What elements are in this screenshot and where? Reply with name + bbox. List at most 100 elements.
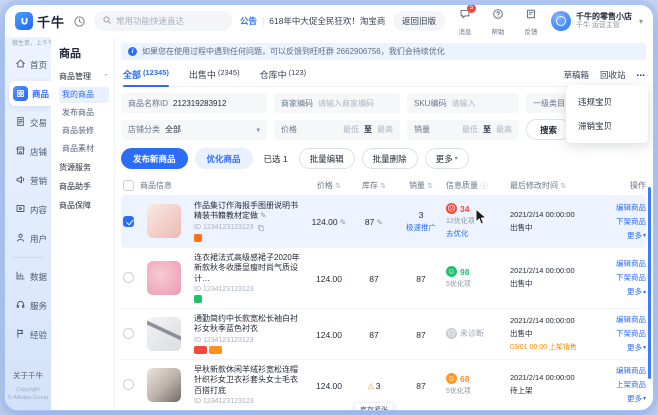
tab-all[interactable]: 全部(12345) xyxy=(121,68,171,86)
subnav-item-goods-guarantee[interactable]: 商品保障 xyxy=(59,198,109,214)
sidebar-item-marketing[interactable]: 营销 xyxy=(9,168,51,193)
header-price[interactable]: 价格 ⇅ xyxy=(306,180,352,191)
delist-goods-link[interactable]: 下架商品 xyxy=(616,272,646,283)
sidebar-item-content[interactable]: 内容 xyxy=(9,197,51,222)
edit-goods-link[interactable]: 编辑商品 xyxy=(616,258,646,269)
tab-in-warehouse[interactable]: 仓库中(123) xyxy=(258,68,309,86)
flag-icon xyxy=(15,328,26,341)
row-more-link[interactable]: 更多▾ xyxy=(627,393,646,404)
trade-doc-icon xyxy=(15,116,26,129)
edit-goods-link[interactable]: 编辑商品 xyxy=(616,314,646,325)
subnav-item-publish-goods[interactable]: 发布商品 xyxy=(59,105,109,121)
sort-icon: ⇅ xyxy=(560,183,566,190)
subnav-item-my-goods[interactable]: 我的商品 xyxy=(59,87,109,103)
subnav-item-goods-assistant[interactable]: 商品助手 xyxy=(59,179,109,195)
feedback-doc-icon xyxy=(525,7,537,25)
list-goods-link[interactable]: 上架商品 xyxy=(616,379,646,390)
sidebar-item-users[interactable]: 用户 xyxy=(9,226,51,251)
filter-goods-name-id[interactable]: 商品名称ID 212319283912 xyxy=(121,93,267,113)
sidebar-item-service[interactable]: 服务 xyxy=(9,293,51,318)
product-image[interactable] xyxy=(147,204,181,238)
header-sales[interactable]: 销量 ⇅ xyxy=(396,180,446,191)
vertical-scrollbar[interactable] xyxy=(648,187,651,379)
sidebar-item-trade[interactable]: 交易 xyxy=(9,110,51,135)
filter-merchant-code[interactable]: 商家编码 请输入商家编码 xyxy=(274,93,400,113)
product-title[interactable]: 作品集订作海报手图册说明书精装书籍教材定做✎ xyxy=(194,201,300,222)
row-checkbox[interactable] xyxy=(123,216,134,227)
recycle-bin-link[interactable]: 回收站 xyxy=(600,69,626,81)
menu-item-violation-goods[interactable]: 违规宝贝 xyxy=(566,90,648,114)
tab-on-sale[interactable]: 出售中(2345) xyxy=(187,68,242,86)
filter-shop-category-select[interactable]: 店铺分类 全部 ▾ xyxy=(121,120,267,140)
announcement[interactable]: 公告 | 618年中大促全民狂欢！淘宝商家报名开始！ xyxy=(240,15,385,27)
row-checkbox[interactable] xyxy=(123,272,134,283)
announcement-label: 公告 xyxy=(240,15,257,27)
chevron-down-icon: ▾ xyxy=(643,395,646,402)
subnav-item-supply-service[interactable]: 货源服务 xyxy=(59,160,109,176)
more-actions-button[interactable]: 更多 ▾ xyxy=(425,148,469,169)
optimize-goods-button[interactable]: 优化商品 xyxy=(195,148,253,169)
history-clock-icon[interactable] xyxy=(73,15,86,28)
header-modified[interactable]: 最后修改时间 ⇅ xyxy=(510,180,598,191)
goods-subnav: 商品 商品管理 ⌃ 我的商品 发布商品 商品装修 商品素材 货源服务 商品助手 … xyxy=(51,37,115,410)
bulk-toolbar: 发布新商品 优化商品 已选 1 批量编辑 批量删除 更多 ▾ xyxy=(121,148,646,169)
batch-delete-button[interactable]: 批量删除 xyxy=(362,148,418,169)
sidebar-item-shop[interactable]: 店铺 xyxy=(9,139,51,164)
search-input[interactable] xyxy=(116,16,224,26)
copyright: Copyright © Alibaba Group xyxy=(5,386,51,403)
draftbox-link[interactable]: 草稿箱 xyxy=(563,69,589,81)
batch-edit-button[interactable]: 批量编辑 xyxy=(299,148,355,169)
header-stock[interactable]: 库存 ⇅ xyxy=(352,180,396,191)
info-icon: i xyxy=(128,47,137,56)
info-circle-icon[interactable]: ⓘ xyxy=(480,181,488,190)
row-more-link[interactable]: 更多▾ xyxy=(627,230,646,241)
product-title[interactable]: 连衣裙法式高级感裙子2020年新款秋冬收腰显瘦时尚气质设计… xyxy=(194,253,300,284)
low-stock-tooltip: 库存紧张 xyxy=(354,402,394,410)
back-to-old-version-button[interactable]: 返回旧版 xyxy=(393,11,445,31)
product-image[interactable] xyxy=(147,261,181,295)
subnav-item-goods-material[interactable]: 商品素材 xyxy=(59,141,109,157)
quality-bad-face-icon: ☹ xyxy=(446,203,457,214)
menu-item-unsalable-goods[interactable]: 滞销宝贝 xyxy=(566,114,648,138)
product-image[interactable] xyxy=(147,368,181,402)
select-all-checkbox[interactable] xyxy=(123,180,134,191)
row-more-link[interactable]: 更多▴ xyxy=(627,286,646,297)
messages-button[interactable]: 5 消息 xyxy=(453,7,477,36)
product-title[interactable]: 早秋新款休闲羊绒衫宽松连帽针织衫女卫衣衫套头女士毛衣百搭打底 xyxy=(194,365,300,396)
sidebar-item-data[interactable]: 数据 xyxy=(9,264,51,289)
more-dots-button[interactable]: ⋯ xyxy=(637,70,647,81)
delist-goods-link[interactable]: 下架商品 xyxy=(616,328,646,339)
announcement-divider: | xyxy=(262,16,264,26)
edit-pencil-icon[interactable]: ✎ xyxy=(260,211,267,220)
row-checkbox[interactable] xyxy=(123,328,134,339)
status-text: 出售中 xyxy=(510,222,598,233)
sidebar-item-experience[interactable]: 经验 xyxy=(9,322,51,347)
filter-price-range[interactable]: 价格 最低 至 最高 xyxy=(274,120,400,140)
subnav-item-goods-decoration[interactable]: 商品装修 xyxy=(59,123,109,139)
publish-new-goods-button[interactable]: 发布新商品 xyxy=(121,148,188,169)
speed-promote-link[interactable]: 极速推广 xyxy=(406,222,436,233)
goods-tabs: 全部(12345) 出售中(2345) 仓库中(123) 草稿箱 回收站 ⋯ xyxy=(121,67,646,87)
delist-goods-link[interactable]: 下架商品 xyxy=(616,216,646,227)
sidebar-item-goods[interactable]: 商品 xyxy=(9,81,51,106)
product-image[interactable] xyxy=(147,317,181,351)
row-checkbox[interactable] xyxy=(123,379,134,390)
filter-sales-range[interactable]: 销量 最低 至 最高 xyxy=(407,120,519,140)
product-title[interactable]: 通勤简约中长款宽松长袖白衬衫女秋季蓝色衬衣 xyxy=(194,314,300,335)
edit-goods-link[interactable]: 编辑商品 xyxy=(616,365,646,376)
qianniu-logo-icon xyxy=(15,12,33,30)
edit-pencil-icon[interactable]: ✎ xyxy=(340,218,347,227)
search-button[interactable]: 搜索 xyxy=(526,119,571,140)
subnav-group-goods-management[interactable]: 商品管理 ⌃ xyxy=(59,71,109,82)
feedback-button[interactable]: 反馈 xyxy=(519,7,543,36)
edit-pencil-icon[interactable]: ✎ xyxy=(376,218,383,227)
about-qianniu-link[interactable]: 关于千牛 xyxy=(5,370,51,381)
row-more-link[interactable]: 更多▾ xyxy=(627,342,646,353)
edit-goods-link[interactable]: 编辑商品 xyxy=(616,202,646,213)
account-menu[interactable]: 千牛的零售小店 千牛 运营主管 ▾ xyxy=(551,11,643,31)
copy-icon[interactable] xyxy=(257,224,265,232)
help-button[interactable]: 帮助 xyxy=(486,7,510,36)
go-optimize-link[interactable]: 去优化 xyxy=(446,228,510,239)
sidebar-item-home[interactable]: 首页 xyxy=(9,52,51,77)
filter-sku-code[interactable]: SKU编码 请输入 xyxy=(407,93,519,113)
